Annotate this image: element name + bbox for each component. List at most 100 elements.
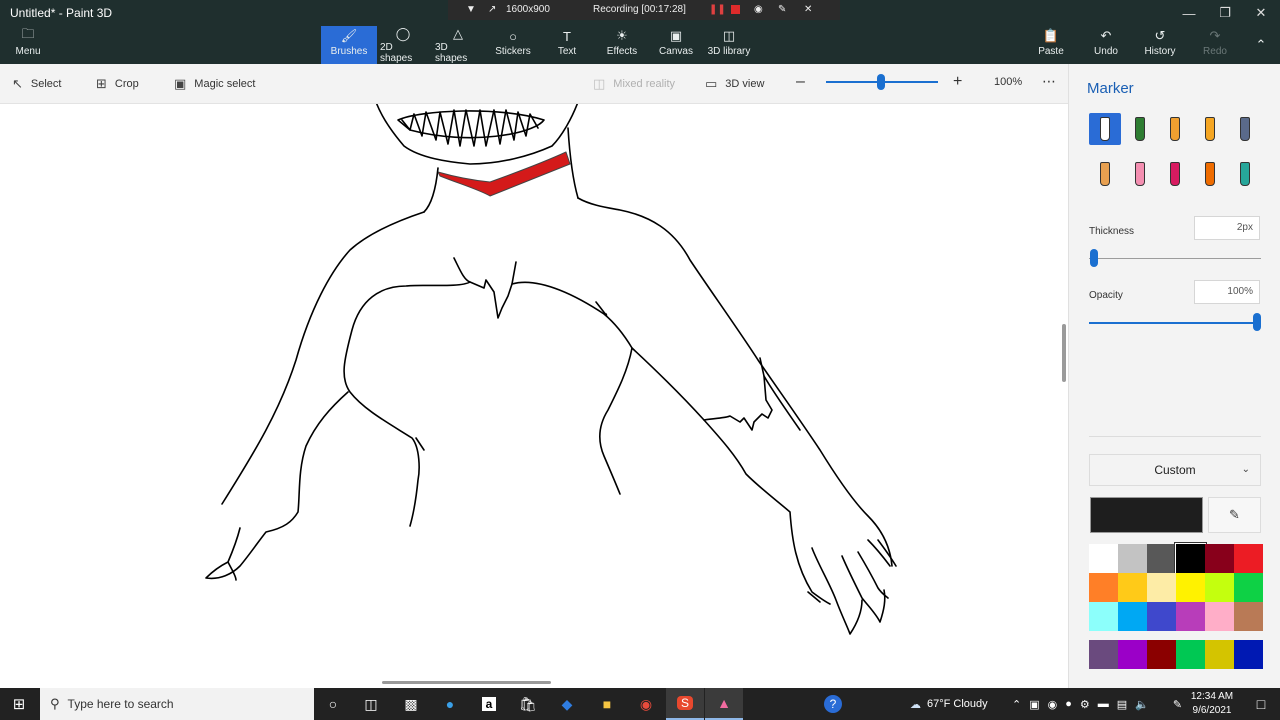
pen-workspace-icon[interactable]: ✎ bbox=[1173, 698, 1182, 711]
ribbon-text-button[interactable]: T Text bbox=[544, 26, 590, 64]
zoom-out-button[interactable]: – bbox=[796, 73, 805, 91]
current-color-swatch[interactable] bbox=[1090, 497, 1203, 533]
task-view-button[interactable]: ◫ bbox=[352, 688, 390, 720]
custom-color-swatch[interactable] bbox=[1176, 640, 1205, 669]
color-swatch[interactable] bbox=[1089, 544, 1118, 573]
tray-app-icon[interactable]: ▣ bbox=[1029, 698, 1039, 711]
ribbon-canvas-button[interactable]: ▣ Canvas bbox=[653, 26, 699, 64]
color-swatch[interactable] bbox=[1089, 602, 1118, 631]
tray-record-icon[interactable]: ◉ bbox=[1048, 698, 1058, 711]
pause-icon[interactable]: ❚❚ bbox=[709, 4, 726, 15]
ribbon-effects-button[interactable]: ☀ Effects bbox=[599, 26, 645, 64]
zoom-slider-thumb[interactable] bbox=[877, 74, 885, 90]
color-swatch[interactable] bbox=[1205, 602, 1234, 631]
color-swatch[interactable] bbox=[1234, 544, 1263, 573]
tray-app-icon-2[interactable]: ● bbox=[1065, 698, 1072, 710]
minimize-button[interactable]: — bbox=[1172, 0, 1206, 26]
windows-start-button[interactable]: ⊞ bbox=[0, 688, 38, 720]
color-swatch[interactable] bbox=[1176, 602, 1205, 631]
color-swatch[interactable] bbox=[1205, 544, 1234, 573]
custom-color-swatch[interactable] bbox=[1234, 640, 1263, 669]
color-swatch[interactable] bbox=[1089, 573, 1118, 602]
oil-brush-brush-button[interactable] bbox=[1159, 113, 1191, 145]
collapse-ribbon-button[interactable]: ⌃ bbox=[1248, 26, 1274, 64]
color-swatch[interactable] bbox=[1147, 544, 1176, 573]
thickness-slider-thumb[interactable] bbox=[1090, 249, 1099, 267]
paste-button[interactable]: 📋 Paste bbox=[1033, 26, 1069, 64]
eraser-brush-button[interactable] bbox=[1124, 158, 1156, 190]
custom-color-swatch[interactable] bbox=[1205, 640, 1234, 669]
color-swatch[interactable] bbox=[1176, 573, 1205, 602]
opacity-slider-thumb[interactable] bbox=[1253, 313, 1261, 331]
tray-settings-icon[interactable]: ⚙ bbox=[1080, 698, 1090, 711]
marker-brush-button[interactable] bbox=[1089, 113, 1121, 145]
spray-can-brush-button[interactable] bbox=[1194, 158, 1226, 190]
zoom-in-button[interactable]: + bbox=[953, 73, 962, 91]
help-button[interactable]: ? bbox=[814, 688, 852, 720]
pen-icon[interactable]: ✎ bbox=[778, 4, 786, 15]
taskbar-app-chrome[interactable]: ◉ bbox=[627, 688, 665, 720]
taskbar-app-store[interactable]: 🛍 bbox=[509, 688, 547, 720]
taskbar-app-dropbox[interactable]: ◆ bbox=[548, 688, 586, 720]
clock[interactable]: 12:34 AM 9/6/2021 bbox=[1184, 690, 1240, 718]
ribbon-brushes-button[interactable]: 🖌 Brushes bbox=[321, 26, 377, 64]
color-swatch[interactable] bbox=[1175, 543, 1206, 574]
opacity-input[interactable]: 100% bbox=[1194, 280, 1260, 304]
network-icon[interactable]: ▤ bbox=[1117, 698, 1127, 711]
taskbar-app-paint3d[interactable]: ▲ bbox=[705, 688, 743, 720]
ribbon-stickers-button[interactable]: ○ Stickers bbox=[490, 26, 536, 64]
notifications-button[interactable]: □ bbox=[1242, 688, 1280, 720]
mixed-reality-button[interactable]: ◫ Mixed reality bbox=[593, 76, 675, 92]
color-swatch[interactable] bbox=[1147, 573, 1176, 602]
close-button[interactable]: ✕ bbox=[1244, 0, 1278, 26]
maximize-button[interactable]: ❐ bbox=[1208, 0, 1242, 26]
taskbar-app-skype[interactable]: S bbox=[666, 688, 704, 720]
weather-widget[interactable]: ☁ 67°F Cloudy bbox=[910, 688, 988, 720]
magic-select-button[interactable]: ▣ Magic select bbox=[174, 76, 255, 92]
recorder-close-icon[interactable]: ✕ bbox=[804, 4, 812, 15]
stop-icon[interactable] bbox=[731, 5, 740, 14]
color-swatch[interactable] bbox=[1205, 573, 1234, 602]
battery-icon[interactable]: ▬ bbox=[1098, 698, 1109, 710]
ribbon-3d-library-button[interactable]: ◫ 3D library bbox=[707, 26, 751, 64]
color-swatch[interactable] bbox=[1234, 573, 1263, 602]
undo-button[interactable]: ↶ Undo bbox=[1088, 26, 1124, 64]
thickness-input[interactable]: 2px bbox=[1194, 216, 1260, 240]
crayon-brush-button[interactable] bbox=[1159, 158, 1191, 190]
color-swatch[interactable] bbox=[1118, 573, 1147, 602]
history-button[interactable]: ↺ History bbox=[1140, 26, 1180, 64]
horizontal-scrollbar[interactable] bbox=[382, 681, 551, 684]
custom-color-swatch[interactable] bbox=[1118, 640, 1147, 669]
eyedropper-button[interactable]: ✎ bbox=[1208, 497, 1261, 533]
taskbar-app-edge[interactable]: ● bbox=[431, 688, 469, 720]
custom-color-swatch[interactable] bbox=[1147, 640, 1176, 669]
taskbar-app-amazon[interactable]: a bbox=[470, 688, 508, 720]
more-options-button[interactable]: ⋯ bbox=[1042, 73, 1056, 90]
color-swatch[interactable] bbox=[1118, 602, 1147, 631]
zoom-value[interactable]: 100% bbox=[994, 76, 1022, 88]
dropdown-triangle-icon[interactable]: ▼ bbox=[466, 4, 476, 15]
color-swatch[interactable] bbox=[1118, 544, 1147, 573]
chevron-up-icon[interactable]: ⌃ bbox=[1012, 698, 1021, 711]
volume-icon[interactable]: 🔈 bbox=[1135, 698, 1149, 711]
calligraphy-pen-brush-button[interactable] bbox=[1124, 113, 1156, 145]
select-button[interactable]: ↖ Select bbox=[12, 76, 61, 92]
crop-button[interactable]: ⊞ Crop bbox=[96, 76, 139, 92]
redo-button[interactable]: ↷ Redo bbox=[1197, 26, 1233, 64]
fill-brush-button[interactable] bbox=[1229, 158, 1261, 190]
custom-color-swatch[interactable] bbox=[1089, 640, 1118, 669]
menu-button[interactable]: 🗀 Menu bbox=[6, 26, 50, 64]
cortana-button[interactable]: ○ bbox=[314, 688, 352, 720]
color-swatch[interactable] bbox=[1147, 602, 1176, 631]
3d-view-button[interactable]: ▭ 3D view bbox=[705, 76, 764, 92]
ribbon-3d-shapes-button[interactable]: △ 3D shapes bbox=[435, 26, 481, 64]
watercolor-brush-button[interactable] bbox=[1194, 113, 1226, 145]
ribbon-2d-shapes-button[interactable]: ◯ 2D shapes bbox=[380, 26, 426, 64]
color-swatch[interactable] bbox=[1234, 602, 1263, 631]
thickness-slider[interactable] bbox=[1089, 258, 1261, 259]
pixel-pen-brush-button[interactable] bbox=[1229, 113, 1261, 145]
opacity-slider[interactable] bbox=[1089, 322, 1261, 324]
camera-icon[interactable]: ◉ bbox=[754, 4, 763, 15]
vertical-scrollbar[interactable] bbox=[1062, 324, 1066, 382]
taskbar-app-photos[interactable]: ▩ bbox=[392, 688, 430, 720]
